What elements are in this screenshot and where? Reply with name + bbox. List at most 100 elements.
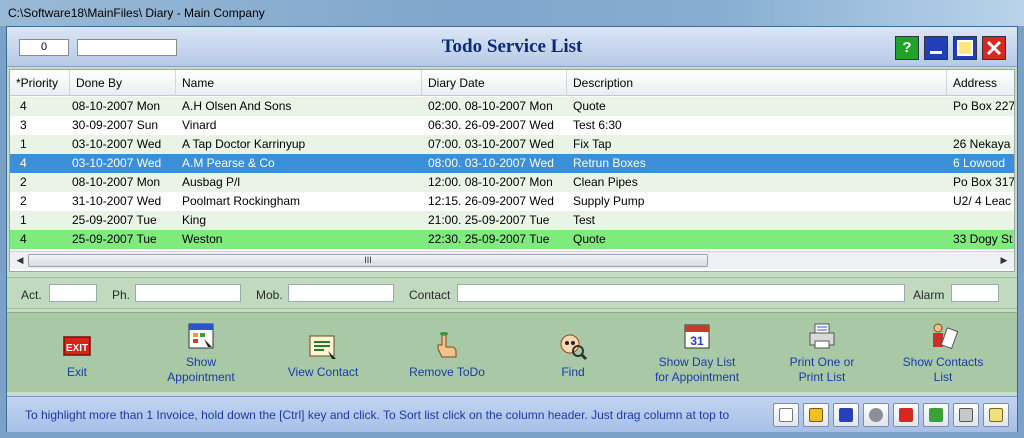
exit-button[interactable]: EXIT Exit — [47, 331, 107, 380]
contact-field[interactable] — [457, 284, 905, 302]
table-row[interactable]: 3 30-09-2007 Sun Vinard 06:30. 26-09-200… — [10, 116, 1014, 135]
page-title: Todo Service List — [441, 36, 583, 57]
day-calendar-icon: 31 — [684, 324, 710, 349]
col-header-diary-date[interactable]: Diary Date — [422, 70, 567, 96]
minimize-icon[interactable] — [924, 36, 948, 60]
table-row[interactable]: 2 31-10-2007 Wed Poolmart Rockingham 12:… — [10, 192, 1014, 211]
show-appointment-label-2: Appointment — [167, 370, 235, 384]
phone-field[interactable] — [135, 284, 241, 302]
scroll-left-arrow-icon[interactable]: ◀ — [12, 252, 28, 269]
cell-description: Supply Pump — [573, 194, 645, 208]
cell-diary-date: 02:00. 08-10-2007 Mon — [428, 99, 553, 113]
print-preview-icon[interactable] — [773, 403, 799, 427]
find-magnifier-icon — [560, 334, 588, 361]
help-icon[interactable]: ? — [895, 36, 919, 60]
table-row[interactable]: 4 08-10-2007 Mon A.H Olsen And Sons 02:0… — [10, 97, 1015, 116]
cell-done-by: 03-10-2007 Wed — [72, 137, 162, 151]
maximize-icon[interactable] — [953, 36, 977, 60]
show-day-list-button[interactable]: 31 Show Day List for Appointment — [643, 321, 751, 385]
cell-address: Po Box 317 — [953, 175, 1015, 189]
todo-grid[interactable]: *Priority Done By Name Diary Date Descri… — [9, 69, 1015, 272]
cell-description: Clean Pipes — [573, 175, 638, 189]
scroll-grip: III — [364, 255, 372, 265]
cell-name: Ausbag P/l — [182, 175, 241, 189]
table-row-selected[interactable]: 4 03-10-2007 Wed A.M Pearse & Co 08:00. … — [10, 154, 1014, 173]
calendar-icon[interactable] — [923, 403, 949, 427]
svg-text:31: 31 — [690, 334, 704, 348]
print-label-2: Print List — [798, 370, 846, 384]
cell-done-by: 31-10-2007 Wed — [72, 194, 162, 208]
col-header-priority[interactable]: *Priority — [10, 70, 70, 96]
status-bar: To highlight more than 1 Invoice, hold d… — [7, 396, 1017, 432]
cell-diary-date: 06:30. 26-09-2007 Wed — [428, 118, 554, 132]
col-header-name[interactable]: Name — [176, 70, 422, 96]
alarm-field[interactable] — [951, 284, 999, 302]
print-button[interactable]: Print One or Print List — [777, 321, 867, 385]
svg-text:EXIT: EXIT — [66, 343, 88, 354]
cell-diary-date: 12:15. 26-09-2007 Wed — [428, 194, 554, 208]
remove-todo-label: Remove ToDo — [409, 365, 485, 379]
show-appointment-label-1: Show — [185, 355, 217, 369]
cell-name: Poolmart Rockingham — [182, 194, 301, 208]
col-header-description[interactable]: Description — [567, 70, 947, 96]
cell-name: Weston — [182, 232, 223, 246]
cell-name: Vinard — [182, 118, 217, 132]
mobile-field[interactable] — [288, 284, 394, 302]
cell-description: Test — [573, 213, 596, 227]
horizontal-scrollbar[interactable]: ◀ III ▶ — [10, 251, 1014, 269]
notes-icon[interactable] — [983, 403, 1009, 427]
contact-card-icon — [309, 335, 336, 359]
scroll-thumb[interactable]: III — [28, 254, 708, 267]
red-book-icon[interactable] — [893, 403, 919, 427]
find-button[interactable]: Find — [543, 331, 603, 380]
table-row[interactable]: 4 25-09-2007 Tue Weston 22:30. 25-09-200… — [10, 230, 1014, 249]
exit-icon: EXIT — [63, 336, 91, 356]
print-label-1: Print One or — [789, 355, 855, 369]
cell-address: U2/ 4 Leac — [953, 194, 1012, 208]
printer-small-icon[interactable] — [953, 403, 979, 427]
cell-priority: 1 — [20, 137, 27, 151]
settings-gear-icon[interactable] — [863, 403, 889, 427]
calculator-icon[interactable] — [833, 403, 859, 427]
cell-name: King — [182, 213, 207, 227]
table-row[interactable]: 1 25-09-2007 Tue King 21:00. 25-09-2007 … — [10, 211, 1014, 230]
cell-priority: 4 — [20, 99, 27, 113]
col-header-address[interactable]: Address — [947, 70, 1014, 96]
cell-done-by: 30-09-2007 Sun — [72, 118, 159, 132]
cell-done-by: 25-09-2007 Tue — [72, 232, 157, 246]
show-appointment-button[interactable]: Show Appointment — [155, 321, 247, 385]
cell-diary-date: 08:00. 03-10-2007 Wed — [428, 156, 554, 170]
table-row[interactable]: 2 08-10-2007 Mon Ausbag P/l 12:00. 08-10… — [10, 173, 1015, 192]
list-header: 0 Todo Service List ? — [7, 27, 1017, 67]
view-contact-button[interactable]: View Contact — [281, 331, 365, 380]
cell-address: 6 Lowood — [953, 156, 1006, 170]
phone-icon[interactable] — [803, 403, 829, 427]
cell-priority: 4 — [20, 156, 27, 170]
table-row[interactable]: 1 03-10-2007 Wed A Tap Doctor Karrinyup … — [10, 135, 1014, 154]
show-day-list-label-1: Show Day List — [658, 355, 736, 369]
cell-priority: 2 — [20, 175, 27, 189]
scroll-right-arrow-icon[interactable]: ▶ — [996, 252, 1012, 269]
view-contact-label: View Contact — [287, 365, 359, 379]
show-contacts-label-1: Show Contacts — [902, 355, 984, 369]
cell-name: A.H Olsen And Sons — [182, 99, 292, 113]
contacts-list-icon — [933, 323, 958, 350]
act-field[interactable] — [49, 284, 97, 302]
cell-address: Po Box 227 — [953, 99, 1015, 113]
show-contacts-label-2: List — [933, 370, 953, 384]
cell-name: A.M Pearse & Co — [182, 156, 275, 170]
cell-priority: 1 — [20, 213, 27, 227]
cell-description: Quote — [573, 232, 606, 246]
close-icon[interactable] — [982, 36, 1006, 60]
ph-label: Ph. — [112, 288, 131, 302]
show-contacts-list-button[interactable]: Show Contacts List — [893, 321, 993, 385]
cell-priority: 2 — [20, 194, 27, 208]
status-hint-text: To highlight more than 1 Invoice, hold d… — [25, 408, 730, 422]
appointment-calendar-icon — [188, 323, 214, 349]
pointing-hand-icon — [437, 332, 457, 358]
col-header-done-by[interactable]: Done By — [70, 70, 176, 96]
main-window: 0 Todo Service List ? *Priority Done By … — [6, 26, 1018, 432]
cell-name: A Tap Doctor Karrinyup — [182, 137, 306, 151]
grid-header: *Priority Done By Name Diary Date Descri… — [10, 70, 1014, 96]
remove-todo-button[interactable]: Remove ToDo — [405, 331, 489, 380]
